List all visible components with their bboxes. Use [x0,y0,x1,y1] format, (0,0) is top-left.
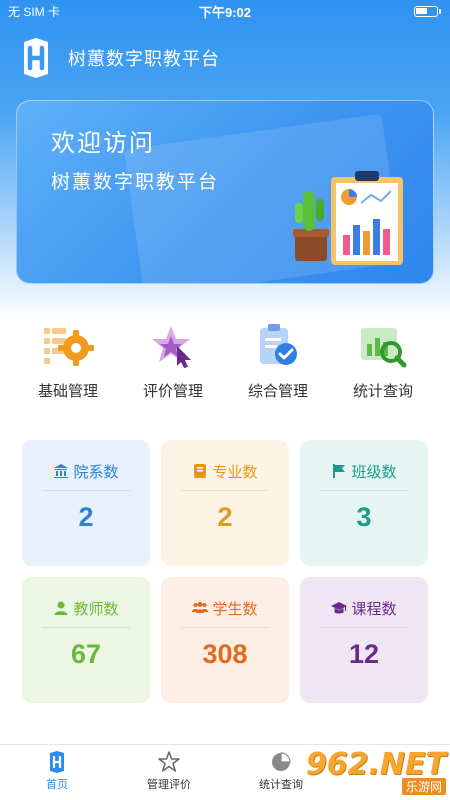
menu-label: 基础管理 [37,383,98,400]
watermark-logo: 962.NET 乐游网 [306,748,446,796]
gear-grid-icon [44,328,94,366]
star-cursor-icon [152,326,191,368]
stat-value: 308 [202,639,248,669]
stat-card-majors[interactable]: 专业数 2 [161,440,289,566]
stat-value: 2 [217,502,233,532]
battery-icon [414,5,441,17]
menu-item-evaluation-management[interactable]: 评价管理 [121,322,225,401]
pie-chart-icon [272,752,291,771]
tab-label: 首页 [46,779,68,791]
menu-item-statistics-query[interactable]: 统计查询 [331,322,435,401]
stat-value: 67 [70,639,102,669]
graduation-cap-icon [331,602,348,614]
chart-search-icon [361,328,407,368]
stat-label: 课程数 [351,600,397,618]
menu-item-comprehensive-management[interactable]: 综合管理 [226,322,330,401]
stat-label: 班级数 [351,463,397,481]
tab-label: 管理评价 [147,779,191,791]
tab-label: 统计查询 [259,779,303,791]
welcome-banner[interactable]: 欢迎访问 树蕙数字职教平台 [16,100,434,284]
stat-card-courses[interactable]: 课程数 12 [300,577,428,703]
stat-value: 2 [78,502,94,532]
user-icon [54,601,68,615]
book-icon [194,464,207,478]
watermark-text: 962.NET [305,746,446,782]
menu-label: 评价管理 [142,383,203,400]
stat-card-classes[interactable]: 班级数 3 [300,440,428,566]
menu-label: 统计查询 [352,383,413,400]
status-time: 下午9:02 [198,4,252,20]
banner-subtitle: 树蕙数字职教平台 [51,172,220,193]
tab-home[interactable]: 首页 [12,751,102,792]
app-title: 树蕙数字职教平台 [68,49,220,69]
app-header: 树蕙数字职教平台 [16,38,220,78]
stat-card-teachers[interactable]: 教师数 67 [22,577,150,703]
stat-card-students[interactable]: 学生数 308 [161,577,289,703]
home-logo-icon [50,751,64,773]
stat-label: 专业数 [212,463,258,481]
menu-item-basic-management[interactable]: 基础管理 [16,322,120,401]
star-icon [158,751,180,772]
app-logo-icon [24,38,48,78]
stat-value: 12 [348,639,380,669]
clipboard-check-icon [260,324,297,365]
stat-label: 教师数 [73,600,119,618]
stat-label: 院系数 [73,463,119,481]
building-icon [54,464,69,478]
status-bar: 无 SIM 卡 下午9:02 [0,0,450,22]
quick-menu: 基础管理 评价管理 综合管理 统计查询 [0,322,450,412]
stat-card-departments[interactable]: 院系数 2 [22,440,150,566]
stat-value: 3 [356,502,372,532]
tab-management-evaluation[interactable]: 管理评价 [124,751,214,792]
watermark-subtext: 乐游网 [401,777,446,795]
stat-label: 学生数 [212,600,258,618]
flag-icon [333,464,346,478]
users-icon [192,602,209,613]
menu-label: 综合管理 [247,383,308,400]
clipboard-chart-illustration [293,171,403,265]
banner-welcome-text: 欢迎访问 [51,130,155,157]
